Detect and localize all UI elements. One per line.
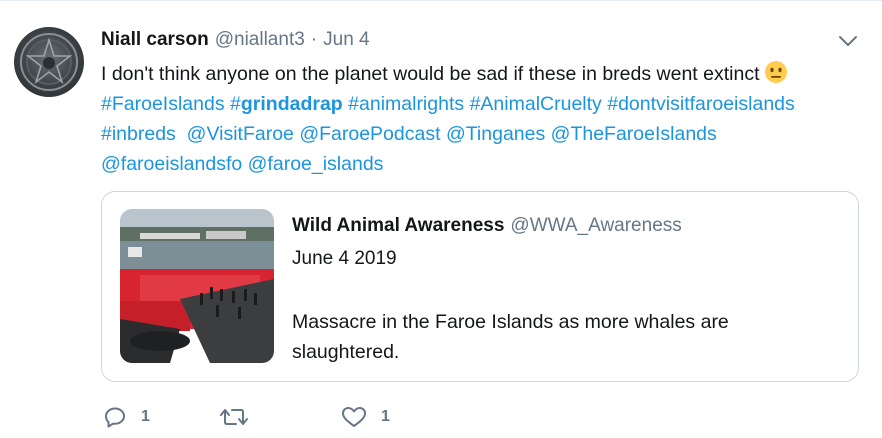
separator-dot: · — [310, 29, 318, 50]
quoted-tweet-header: Wild Animal Awareness @WWA_Awareness — [292, 215, 682, 237]
quoted-tweet[interactable]: Wild Animal Awareness @WWA_Awareness Jun… — [101, 191, 859, 382]
tweet-actions: 1 1 — [101, 403, 501, 431]
tweet-date[interactable]: Jun 4 — [323, 29, 369, 51]
reply-count: 1 — [141, 408, 150, 425]
mention-link[interactable]: @faroe_islands — [248, 153, 384, 175]
quoted-tweet-date: June 4 2019 — [292, 248, 397, 269]
hashtag-link[interactable]: #dontvisitfaroeislands — [607, 93, 795, 115]
quoted-tweet-image[interactable] — [120, 209, 274, 363]
retweet-button[interactable] — [219, 403, 263, 431]
hashtag-link[interactable]: #AnimalCruelty — [470, 93, 602, 115]
tweet-text-line-4: @faroeislandsfo @faroe_islands — [101, 149, 861, 179]
mention-link[interactable]: @FaroePodcast — [299, 123, 440, 145]
like-button[interactable]: 1 — [341, 403, 390, 431]
retweet-icon — [220, 409, 248, 425]
tweet[interactable]: Niall carson @niallant3 · Jun 4 I don't … — [0, 0, 882, 438]
hashtag-link[interactable]: #inbreds — [101, 123, 176, 145]
avatar[interactable] — [14, 27, 84, 97]
hashtag-link[interactable]: #grindadrap — [230, 93, 343, 115]
like-count: 1 — [381, 408, 390, 425]
quoted-author-name[interactable]: Wild Animal Awareness — [292, 215, 504, 237]
mention-link[interactable]: @TheFaroeIslands — [551, 123, 717, 145]
hashtag-link[interactable]: #animalrights — [348, 93, 464, 115]
tweet-header: Niall carson @niallant3 · Jun 4 — [101, 29, 370, 53]
avatar-image — [20, 33, 78, 91]
mention-link[interactable]: @Tinganes — [446, 123, 545, 145]
author-name[interactable]: Niall carson — [101, 29, 209, 51]
author-handle[interactable]: @niallant3 — [215, 29, 305, 51]
more-options-button[interactable] — [836, 31, 860, 51]
heart-icon — [342, 407, 366, 427]
tweet-text-line-3: #inbreds @VisitFaroe @FaroePodcast @Ting… — [101, 119, 861, 149]
tweet-text-plain: I don't think anyone on the planet would… — [101, 63, 760, 85]
reply-icon — [105, 407, 125, 428]
mention-link[interactable]: @faroeislandsfo — [101, 153, 242, 175]
tweet-text-line-2: #FaroeIslands #grindadrap #animalrights … — [101, 89, 861, 119]
quoted-tweet-body: Massacre in the Faroe Islands as more wh… — [292, 311, 729, 363]
tweet-text: I don't think anyone on the planet would… — [101, 59, 861, 179]
neutral-face-emoji — [764, 61, 787, 83]
reply-button[interactable]: 1 — [103, 403, 150, 431]
mention-link[interactable]: @VisitFaroe — [187, 123, 294, 145]
hashtag-link[interactable]: #FaroeIslands — [101, 93, 225, 115]
tweet-text-line-1: I don't think anyone on the planet would… — [101, 59, 861, 89]
harbor-photo — [120, 209, 274, 363]
quoted-author-handle[interactable]: @WWA_Awareness — [510, 215, 681, 237]
chevron-down-icon — [839, 36, 857, 46]
